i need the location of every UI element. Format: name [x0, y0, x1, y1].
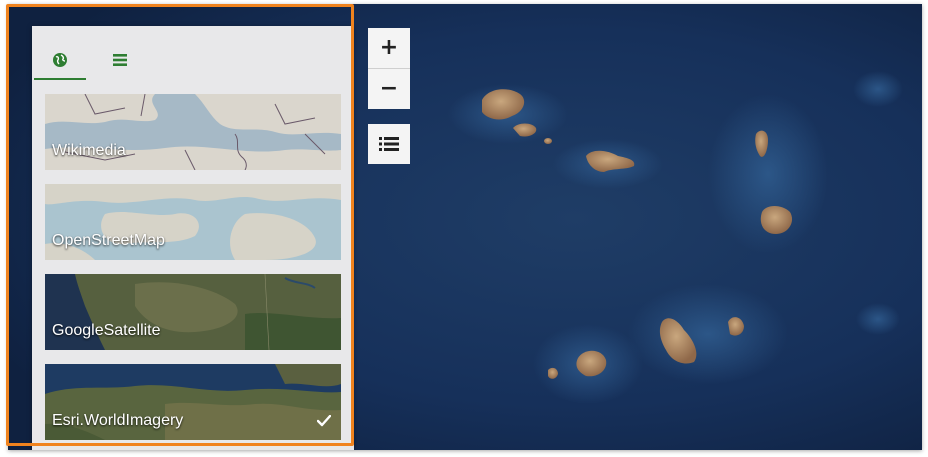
- layer-control-button[interactable]: [368, 124, 410, 164]
- map-viewport[interactable]: Wikimedia OpenStreetMap GoogleSatellite …: [8, 4, 922, 450]
- basemap-option-wikimedia[interactable]: Wikimedia: [45, 94, 341, 170]
- basemap-option-openstreetmap[interactable]: OpenStreetMap: [45, 184, 341, 260]
- layers-list-icon: [379, 137, 399, 151]
- plus-icon: +: [379, 35, 399, 60]
- tab-basemaps[interactable]: [34, 40, 86, 80]
- basemap-label: OpenStreetMap: [52, 232, 165, 249]
- basemap-label: Esri.WorldImagery: [52, 412, 184, 429]
- basemap-option-esri-worldimagery[interactable]: Esri.WorldImagery: [45, 364, 341, 440]
- list-icon: [113, 54, 127, 66]
- tab-layers[interactable]: [94, 40, 146, 80]
- basemap-label: Wikimedia: [52, 142, 126, 159]
- active-tab-indicator: [34, 78, 86, 80]
- seamount-northeast: [853, 71, 903, 107]
- zoom-in-button[interactable]: +: [368, 28, 410, 69]
- basemap-panel: Wikimedia OpenStreetMap GoogleSatellite …: [32, 26, 354, 450]
- panel-bottom-edge: [32, 444, 354, 450]
- selected-check-icon: [316, 412, 332, 431]
- seamount-east: [856, 303, 900, 335]
- shelf-southeast: [628, 284, 788, 384]
- zoom-out-button[interactable]: −: [368, 69, 410, 109]
- basemap-option-googlesatellite[interactable]: GoogleSatellite: [45, 274, 341, 350]
- panel-tabs: [32, 26, 354, 86]
- globe-icon: [53, 53, 67, 67]
- islet-santa-luzia: [544, 138, 552, 144]
- basemap-label: GoogleSatellite: [52, 322, 161, 339]
- minus-icon: −: [379, 76, 399, 101]
